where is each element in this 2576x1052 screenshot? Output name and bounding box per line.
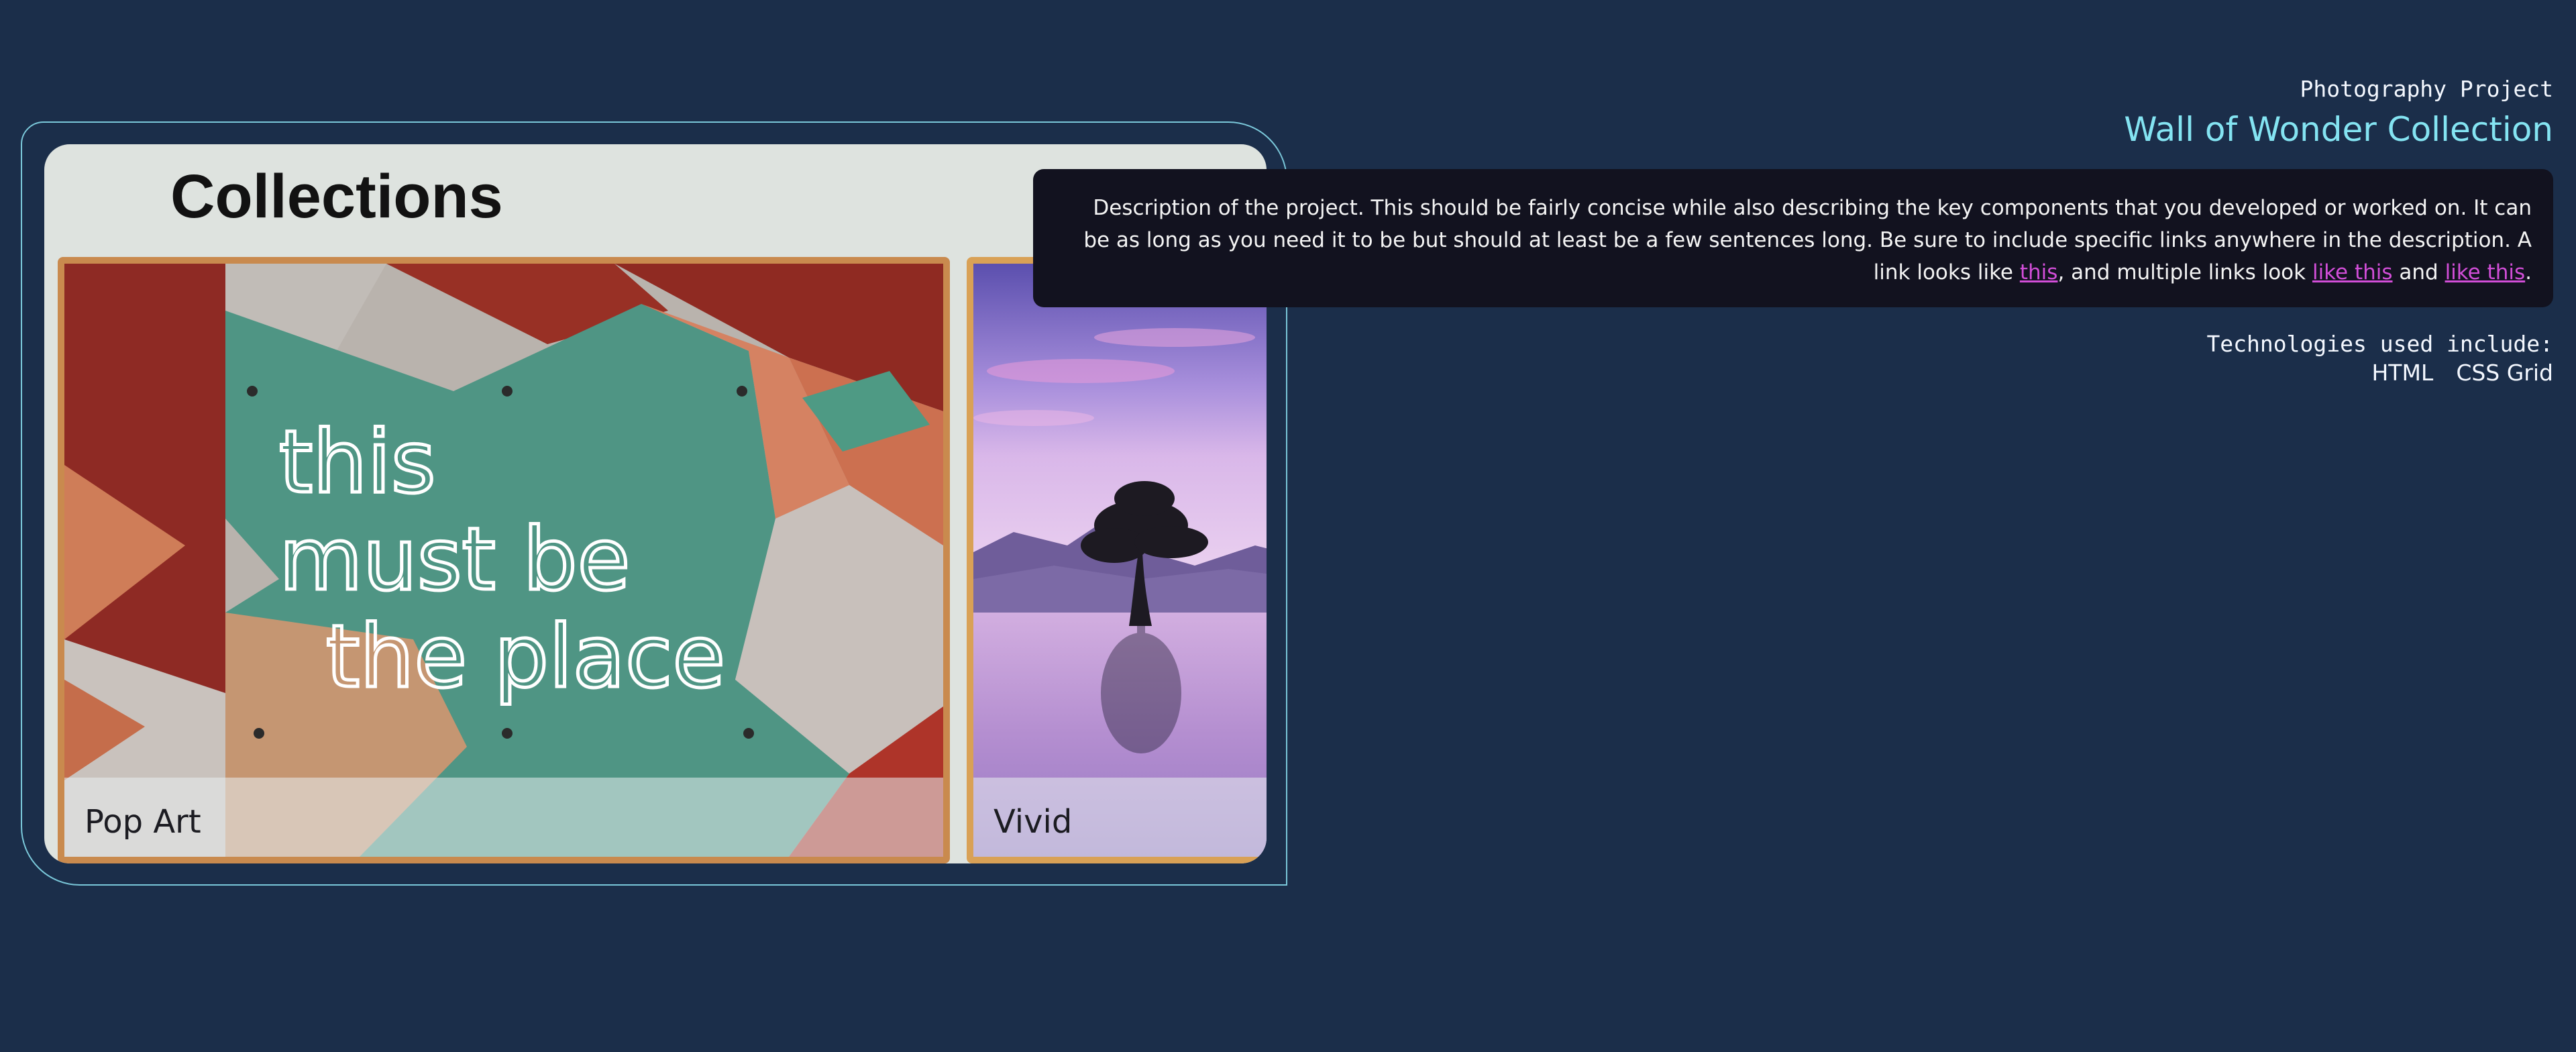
technologies-list: HTML CSS Grid: [2349, 358, 2553, 388]
description-text: and: [2392, 260, 2445, 284]
description-link-like-this-1[interactable]: like this: [2312, 260, 2393, 284]
neon-text-line-2: must be: [279, 510, 630, 610]
technologies-label: Technologies used include:: [2206, 331, 2553, 357]
project-description: Description of the project. This should …: [1033, 169, 2553, 307]
project-title: Wall of Wonder Collection: [2124, 110, 2553, 149]
neon-sign-photo: this must be the place: [64, 264, 943, 857]
description-link-like-this-2[interactable]: like this: [2445, 260, 2526, 284]
collection-card-pop-art: this must be the place Pop Art: [58, 257, 950, 863]
technology-css-grid: CSS Grid: [2456, 360, 2553, 386]
collections-heading: Collections: [170, 162, 503, 231]
card-label-pop-art: Pop Art: [85, 803, 201, 841]
neon-text-line-1: this: [279, 413, 436, 513]
neon-text-line-3: the place: [326, 607, 725, 707]
collection-card-vivid: Vivid: [967, 257, 1267, 863]
description-text: , and multiple links look: [2057, 260, 2312, 284]
card-label-vivid: Vivid: [994, 803, 1073, 841]
project-kicker: Photography Project: [2300, 76, 2554, 102]
lake-tree-photo: [973, 264, 1267, 857]
description-link-this[interactable]: this: [2020, 260, 2058, 284]
technology-html: HTML: [2371, 360, 2434, 386]
description-text: .: [2525, 260, 2532, 284]
